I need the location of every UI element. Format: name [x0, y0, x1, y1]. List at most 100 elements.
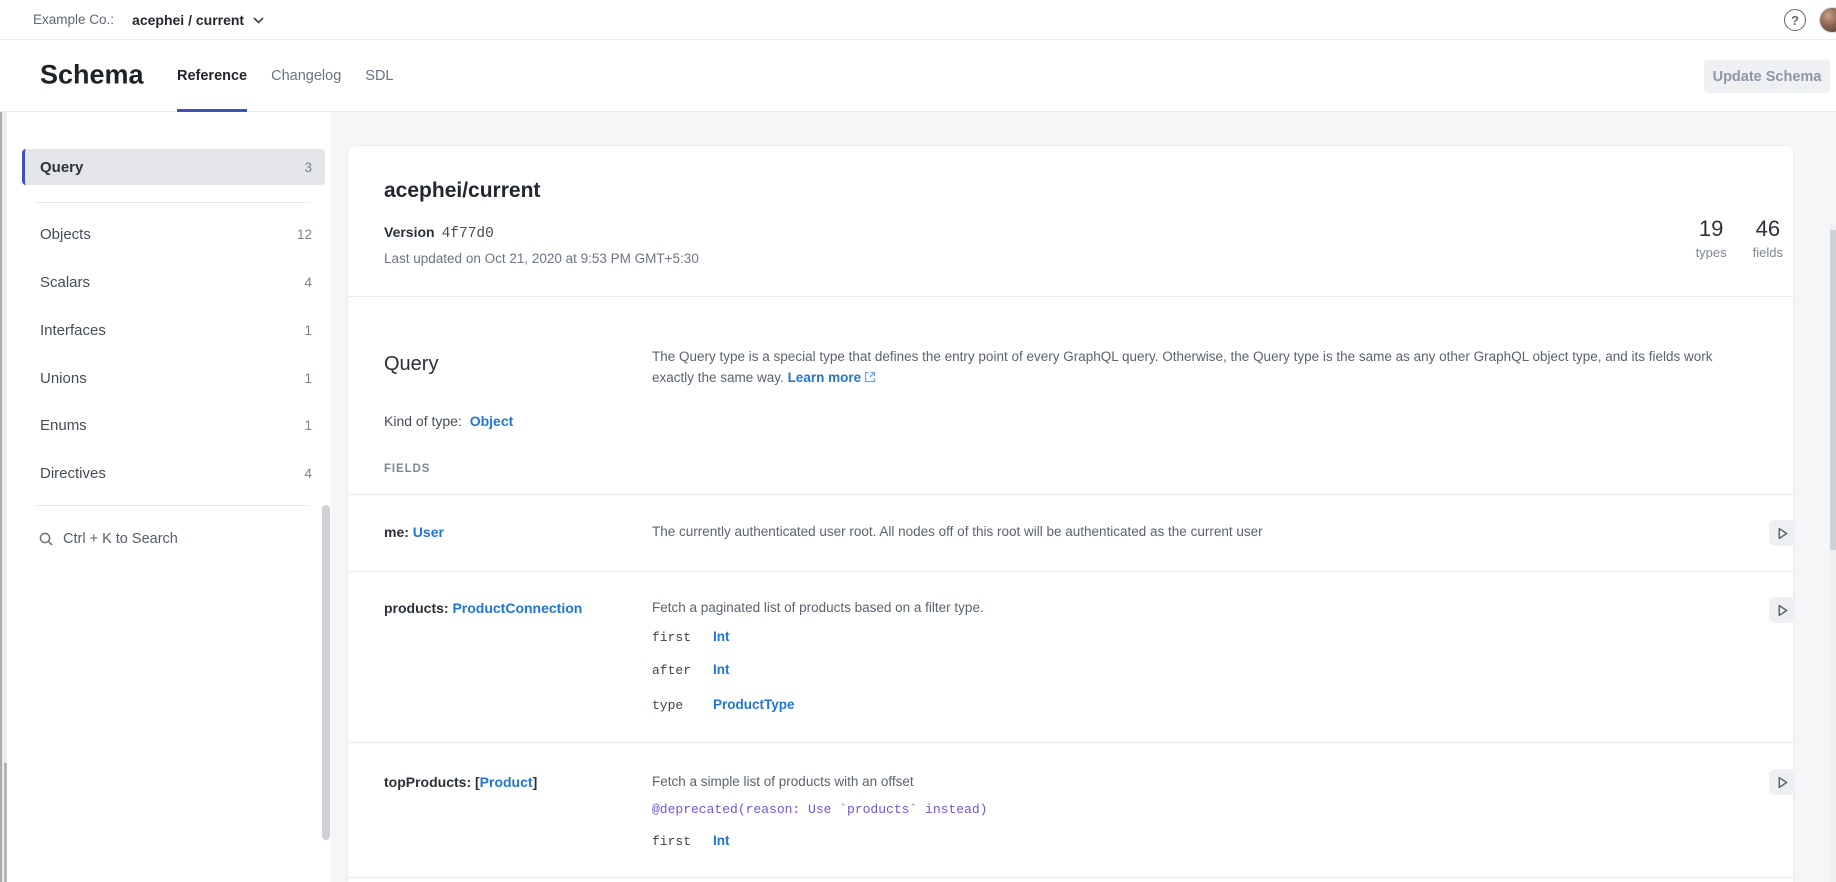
sidebar-item-label: Directives	[40, 465, 106, 482]
field-description: The currently authenticated user root. A…	[652, 524, 1263, 539]
app-window: Example Co.: acephei / current ? Schema …	[0, 0, 1836, 882]
graph-title: acephei/current	[384, 179, 540, 203]
sidebar-item-label: Enums	[40, 417, 87, 434]
sidebar-item-directives[interactable]: Directives 4	[22, 455, 325, 491]
argument-row: typeProductType	[652, 697, 795, 713]
sidebar-item-count: 3	[304, 160, 312, 175]
right-scrollbar[interactable]	[1830, 224, 1836, 882]
last-updated: Last updated on Oct 21, 2020 at 9:53 PM …	[384, 251, 699, 266]
divider	[348, 742, 1793, 743]
arg-type-link[interactable]: Int	[713, 662, 730, 677]
bracket-close: ]	[533, 774, 538, 790]
sidebar-item-label: Interfaces	[40, 322, 106, 339]
type-description: The Query type is a special type that de…	[652, 346, 1752, 389]
learn-more-link[interactable]: Learn more	[788, 370, 862, 385]
update-schema-button[interactable]: Update Schema	[1704, 60, 1830, 93]
page-header: Schema Reference Changelog SDL Update Sc…	[0, 40, 1836, 112]
sidebar-item-count: 1	[304, 371, 312, 386]
search-hint: Ctrl + K to Search	[63, 531, 178, 547]
schema-search-trigger[interactable]: Ctrl + K to Search	[38, 521, 178, 557]
kind-of-type: Kind of type: Object	[384, 413, 513, 429]
field-type-link[interactable]: Product	[480, 774, 533, 790]
stat-fields: 46 fields	[1753, 216, 1783, 260]
play-icon	[1776, 776, 1789, 789]
run-query-button[interactable]	[1769, 597, 1795, 623]
run-query-button[interactable]	[1769, 769, 1795, 795]
external-link-icon	[864, 371, 876, 386]
chevron-down-icon	[253, 17, 264, 24]
topbar-actions: ?	[1784, 0, 1836, 40]
top-bar: Example Co.: acephei / current ?	[0, 0, 1836, 40]
avatar[interactable]	[1819, 7, 1836, 33]
search-icon	[38, 531, 54, 547]
type-name: Query	[384, 353, 438, 376]
tab-reference[interactable]: Reference	[177, 40, 247, 112]
graph-selector-label: acephei / current	[132, 12, 244, 28]
field-type-link[interactable]: ProductConnection	[452, 600, 582, 616]
right-scrollbar-thumb[interactable]	[1830, 230, 1836, 550]
tab-changelog[interactable]: Changelog	[271, 40, 341, 112]
sidebar-item-count: 1	[304, 323, 312, 338]
argument-row: afterInt	[652, 662, 730, 678]
stat-label: types	[1696, 245, 1727, 260]
sidebar-item-objects[interactable]: Objects 12	[22, 216, 325, 252]
tab-bar: Reference Changelog SDL	[177, 40, 394, 112]
divider	[348, 494, 1793, 495]
divider	[35, 505, 310, 506]
arg-type-link[interactable]: Int	[713, 629, 730, 644]
schema-stats: 19 types 46 fields	[1696, 216, 1783, 260]
deprecated-directive: @deprecated(reason: Use `products` inste…	[652, 802, 987, 817]
arg-name: first	[652, 630, 713, 645]
argument-row: firstInt	[652, 629, 730, 645]
field-name-topproducts: topProducts: [Product]	[384, 774, 537, 790]
play-icon	[1776, 527, 1789, 540]
schema-nav-sidebar: Query 3 Objects 12 Scalars 4 Interfaces …	[7, 112, 331, 882]
stat-types: 19 types	[1696, 216, 1727, 260]
left-scrollbar[interactable]	[0, 112, 7, 882]
arg-name: after	[652, 663, 713, 678]
sidebar-item-label: Query	[40, 159, 83, 176]
field-type-link[interactable]: User	[413, 524, 444, 540]
arg-type-link[interactable]: Int	[713, 833, 730, 848]
org-label: Example Co.:	[33, 12, 114, 27]
sidebar-item-unions[interactable]: Unions 1	[22, 360, 325, 396]
schema-reference-card: acephei/current Version 4f77d0 Last updat…	[347, 145, 1794, 882]
sidebar-item-count: 4	[304, 275, 312, 290]
version-label: Version	[384, 224, 435, 240]
divider	[348, 877, 1793, 878]
divider	[348, 296, 1793, 297]
graph-selector-dropdown[interactable]: acephei / current	[132, 12, 264, 28]
sidebar-item-enums[interactable]: Enums 1	[22, 407, 325, 443]
divider	[348, 571, 1793, 572]
sidebar-item-count: 1	[304, 418, 312, 433]
sidebar-item-count: 4	[304, 466, 312, 481]
stat-label: fields	[1753, 245, 1783, 260]
argument-row: firstInt	[652, 833, 730, 849]
sidebar-item-interfaces[interactable]: Interfaces 1	[22, 312, 325, 348]
field-name-products: products: ProductConnection	[384, 600, 582, 616]
arg-type-link[interactable]: ProductType	[713, 697, 795, 712]
field-name-me: me: User	[384, 524, 444, 540]
arg-name: first	[652, 834, 713, 849]
sidebar-item-label: Unions	[40, 370, 87, 387]
version-value: 4f77d0	[442, 226, 494, 242]
sidebar-item-label: Scalars	[40, 274, 90, 291]
fields-heading: FIELDS	[384, 463, 430, 475]
divider	[35, 202, 310, 203]
sidebar-item-query[interactable]: Query 3	[22, 149, 325, 185]
stat-value: 46	[1753, 216, 1783, 242]
run-query-button[interactable]	[1769, 520, 1795, 546]
sidebar-item-scalars[interactable]: Scalars 4	[22, 264, 325, 300]
stat-value: 19	[1696, 216, 1727, 242]
version-line: Version 4f77d0	[384, 224, 494, 242]
kind-value-link[interactable]: Object	[470, 413, 514, 429]
sidebar-scrollbar-thumb[interactable]	[322, 505, 330, 840]
tab-sdl[interactable]: SDL	[365, 40, 393, 112]
page-title: Schema	[40, 59, 144, 90]
sidebar-item-count: 12	[297, 227, 312, 242]
help-icon[interactable]: ?	[1784, 9, 1806, 31]
play-icon	[1776, 604, 1789, 617]
field-description: Fetch a simple list of products with an …	[652, 774, 914, 789]
arg-name: type	[652, 698, 713, 713]
field-description: Fetch a paginated list of products based…	[652, 600, 984, 615]
